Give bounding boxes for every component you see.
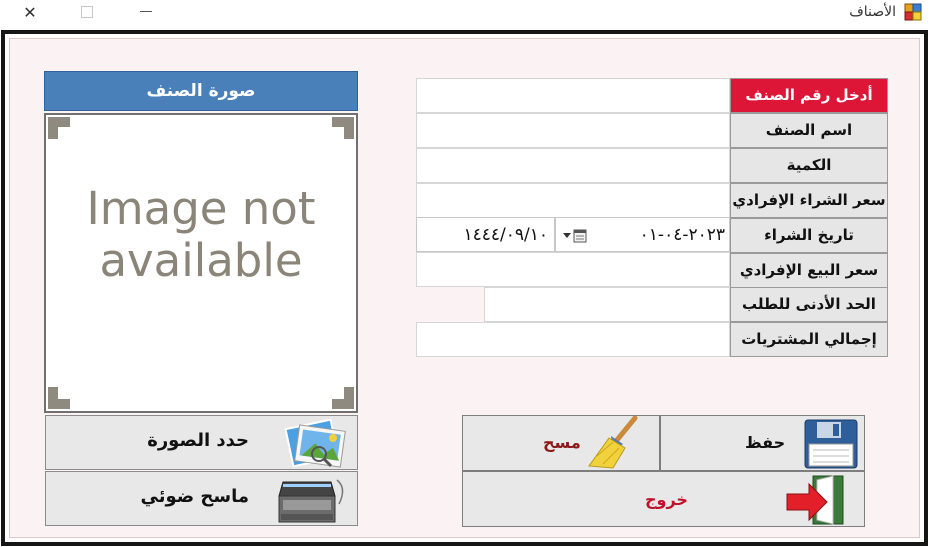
purchase-date-picker[interactable]: ٢٠٢٣-٠٤-٠١: [555, 217, 730, 252]
image-placeholder-line2: available: [99, 234, 303, 287]
item-image-box: Image not available: [44, 113, 358, 413]
clear-button[interactable]: مسح: [462, 415, 660, 471]
unit-sale-price-input[interactable]: [416, 252, 730, 287]
image-corner-top-right: [332, 117, 354, 139]
min-order-input[interactable]: [484, 287, 730, 322]
minimize-icon[interactable]: [140, 11, 152, 12]
unit-purchase-price-label: سعر الشراء الإفرادي: [730, 183, 888, 218]
exit-door-icon: [786, 475, 844, 525]
select-image-label: حدد الصورة: [147, 430, 249, 451]
item-number-label: أدخل رقم الصنف: [730, 78, 888, 113]
maximize-icon[interactable]: [81, 6, 93, 18]
quantity-input[interactable]: [416, 148, 730, 183]
min-order-label: الحد الأدنى للطلب: [730, 287, 888, 322]
image-placeholder-text: Image not available: [46, 183, 356, 287]
save-button[interactable]: حفظ: [660, 415, 865, 471]
image-corner-bottom-left: [48, 387, 70, 409]
exit-label: خروج: [645, 490, 688, 509]
floppy-disk-icon: [804, 419, 858, 469]
unit-sale-price-label: سعر البيع الإفرادي: [730, 253, 888, 288]
scanner-button[interactable]: ماسح ضوئي: [45, 471, 358, 526]
image-corner-top-left: [48, 117, 70, 139]
hijri-date-field[interactable]: ١٤٤٤/٠٩/١٠: [416, 217, 555, 252]
close-icon[interactable]: ✕: [18, 2, 42, 24]
hijri-date-value: ١٤٤٤/٠٩/١٠: [463, 225, 548, 245]
broom-icon: [588, 416, 638, 469]
select-image-button[interactable]: حدد الصورة: [45, 415, 358, 470]
quantity-label: الكمية: [730, 148, 888, 183]
scanner-label: ماسح ضوئي: [140, 486, 250, 507]
item-number-input[interactable]: [416, 78, 730, 113]
scanner-icon: [278, 479, 344, 523]
purchase-date-label: تاريخ الشراء: [730, 218, 888, 253]
save-label: حفظ: [745, 433, 786, 452]
image-placeholder-line1: Image not: [86, 182, 316, 235]
total-purchases-label: إجمالي المشتريات: [730, 322, 888, 357]
clear-label: مسح: [543, 433, 581, 452]
image-corner-bottom-right: [332, 387, 354, 409]
calendar-dropdown-icon[interactable]: [562, 229, 588, 243]
unit-purchase-price-input[interactable]: [416, 183, 730, 218]
photos-icon: [284, 418, 346, 468]
window-title: الأصناف: [849, 4, 896, 20]
item-name-input[interactable]: [416, 113, 730, 148]
exit-button[interactable]: خروج: [462, 471, 865, 527]
title-bar: ✕ الأصناف: [0, 0, 930, 28]
item-name-label: اسم الصنف: [730, 113, 888, 148]
total-purchases-input[interactable]: [416, 322, 730, 357]
purchase-date-value: ٢٠٢٣-٠٤-٠١: [639, 225, 725, 245]
app-icon: [904, 3, 922, 21]
item-image-header: صورة الصنف: [44, 71, 358, 111]
